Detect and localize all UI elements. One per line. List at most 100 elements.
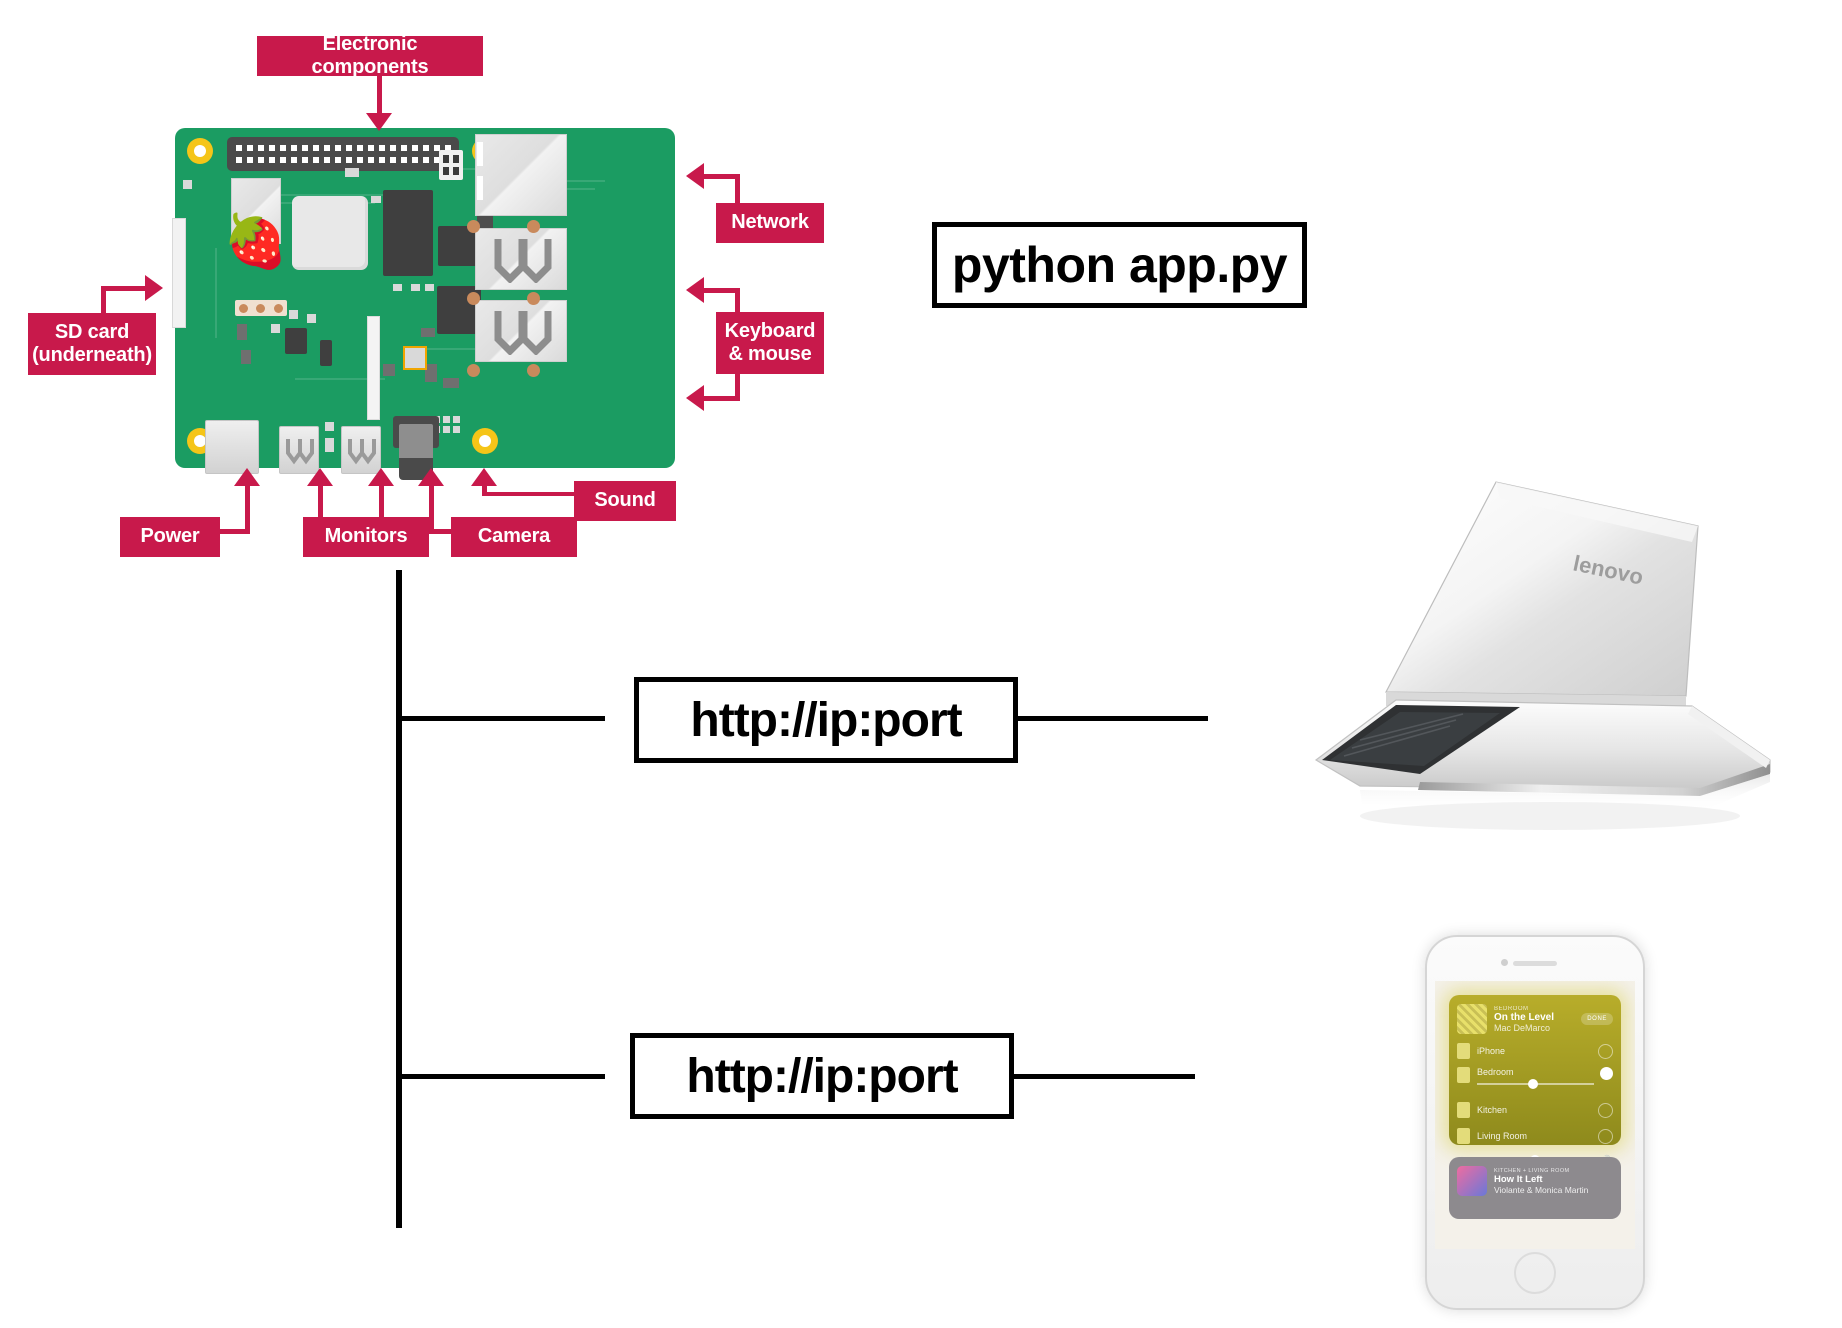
pcb-trace xyxy=(215,248,217,338)
mounting-hole xyxy=(187,138,213,164)
hdmi-port-1 xyxy=(279,426,319,474)
url-box-bottom[interactable]: http://ip:port xyxy=(630,1033,1014,1119)
smd-component xyxy=(325,422,334,431)
arrow-left-icon xyxy=(686,163,704,189)
smd-component xyxy=(183,180,192,189)
callout-electronic-components[interactable]: Electronic components xyxy=(257,32,483,78)
speaker-row[interactable]: Kitchen xyxy=(1449,1097,1621,1123)
airplay-done-button[interactable]: DONE xyxy=(1581,1013,1613,1025)
phone-screen: BEDROOM On the Level Mac DeMarco DONE iP… xyxy=(1435,981,1635,1249)
callout-label: Monitors xyxy=(324,525,408,548)
speaker-icon xyxy=(1457,1102,1470,1118)
solder-pad xyxy=(527,292,540,305)
callout-connector xyxy=(379,485,384,521)
smd-component xyxy=(411,284,420,291)
laptop-illustration: lenovo xyxy=(1314,481,1771,830)
album-artwork xyxy=(1457,1004,1487,1034)
solder-pad xyxy=(467,292,480,305)
smd-component xyxy=(443,378,459,388)
iphone-icon xyxy=(1457,1043,1470,1059)
callout-network[interactable]: Network xyxy=(716,203,824,243)
callout-connector xyxy=(245,485,250,534)
soc-chip xyxy=(292,196,368,270)
callout-connector xyxy=(703,174,740,179)
url-box-top[interactable]: http://ip:port xyxy=(634,677,1018,763)
smd-component xyxy=(393,284,402,291)
url-label: http://ip:port xyxy=(686,1049,958,1103)
arrow-up-icon xyxy=(234,468,260,486)
jumper-header xyxy=(439,150,463,180)
phone-home-button[interactable] xyxy=(1514,1252,1556,1294)
callout-connector xyxy=(429,485,434,534)
callout-label: SD card (underneath) xyxy=(32,320,152,366)
callout-monitors[interactable]: Monitors xyxy=(303,517,429,557)
smd-component xyxy=(345,168,359,177)
now-playing-subtitle: Violante & Monica Martin xyxy=(1494,1184,1589,1195)
callout-camera[interactable]: Camera xyxy=(451,517,577,557)
arrow-up-icon xyxy=(307,468,333,486)
airplay-subtitle: Mac DeMarco xyxy=(1494,1022,1551,1033)
arrow-right-icon xyxy=(145,275,163,301)
raspberry-pi-board: 🍓 xyxy=(172,128,675,480)
ic-chip xyxy=(320,340,332,366)
select-circle-icon[interactable] xyxy=(1598,1102,1613,1118)
callout-connector xyxy=(703,396,740,401)
now-playing-card[interactable]: KITCHEN + LIVING ROOM How It Left Violan… xyxy=(1449,1157,1621,1219)
memory-chip xyxy=(383,190,433,276)
callout-label: Power xyxy=(140,525,200,548)
speaker-icon xyxy=(1457,1067,1470,1083)
speaker-label: iPhone xyxy=(1477,1046,1506,1056)
smd-component xyxy=(443,416,450,423)
callout-connector xyxy=(482,485,487,496)
branch-line-top-left xyxy=(400,716,605,721)
branch-line-top-right xyxy=(1012,716,1208,721)
callout-label: Sound xyxy=(594,489,656,512)
phone-earpiece xyxy=(1513,961,1557,966)
callout-sound[interactable]: Sound xyxy=(574,481,676,521)
callout-keyboard-mouse[interactable]: Keyboard & mouse xyxy=(716,312,824,374)
usb-port-pair-bottom xyxy=(475,300,567,362)
smd-component xyxy=(325,438,334,452)
smd-component xyxy=(289,310,298,319)
speaker-label: Living Room xyxy=(1477,1131,1528,1141)
smd-component xyxy=(443,426,450,433)
ethernet-port xyxy=(475,134,567,216)
callout-sd-card[interactable]: SD card (underneath) xyxy=(28,313,156,375)
airplay-title: On the Level xyxy=(1494,1011,1555,1023)
speaker-row[interactable]: Bedroom xyxy=(1449,1064,1621,1097)
speaker-volume-slider[interactable] xyxy=(1477,1079,1594,1089)
solder-pad xyxy=(527,364,540,377)
airplay-card[interactable]: BEDROOM On the Level Mac DeMarco DONE iP… xyxy=(1449,995,1621,1165)
callout-label: Camera xyxy=(477,525,551,548)
smd-component xyxy=(371,196,381,203)
camera-connector xyxy=(367,316,380,420)
callout-connector xyxy=(101,286,147,291)
arrow-left-icon xyxy=(686,277,704,303)
raspberry-pi-logo: 🍓 xyxy=(223,213,288,271)
mounting-hole xyxy=(472,428,498,454)
speaker-label: Bedroom xyxy=(1477,1067,1514,1077)
usb-port-pair-top xyxy=(475,228,567,290)
speaker-icon xyxy=(1457,1128,1470,1144)
ethernet-led xyxy=(477,176,483,200)
speaker-row[interactable]: iPhone xyxy=(1449,1038,1621,1064)
speaker-row[interactable]: Living Room xyxy=(1449,1123,1621,1149)
phone-front-camera xyxy=(1501,959,1508,966)
callout-power[interactable]: Power xyxy=(120,517,220,557)
checkmark-icon[interactable] xyxy=(1600,1067,1613,1080)
smd-component xyxy=(421,328,435,337)
callout-connector xyxy=(482,492,576,496)
smd-component xyxy=(403,346,427,370)
python-command-box[interactable]: python app.py xyxy=(932,222,1307,308)
vertical-bus-line xyxy=(396,570,402,1228)
gpio-header xyxy=(227,137,459,171)
select-circle-icon[interactable] xyxy=(1598,1128,1613,1144)
arrow-up-icon xyxy=(368,468,394,486)
ic-chip xyxy=(285,328,307,354)
smd-component xyxy=(453,416,460,423)
smd-component xyxy=(241,350,251,364)
select-circle-icon[interactable] xyxy=(1598,1043,1613,1059)
power-port xyxy=(205,420,259,474)
smd-component xyxy=(237,324,247,340)
callout-label: Electronic components xyxy=(311,32,429,78)
